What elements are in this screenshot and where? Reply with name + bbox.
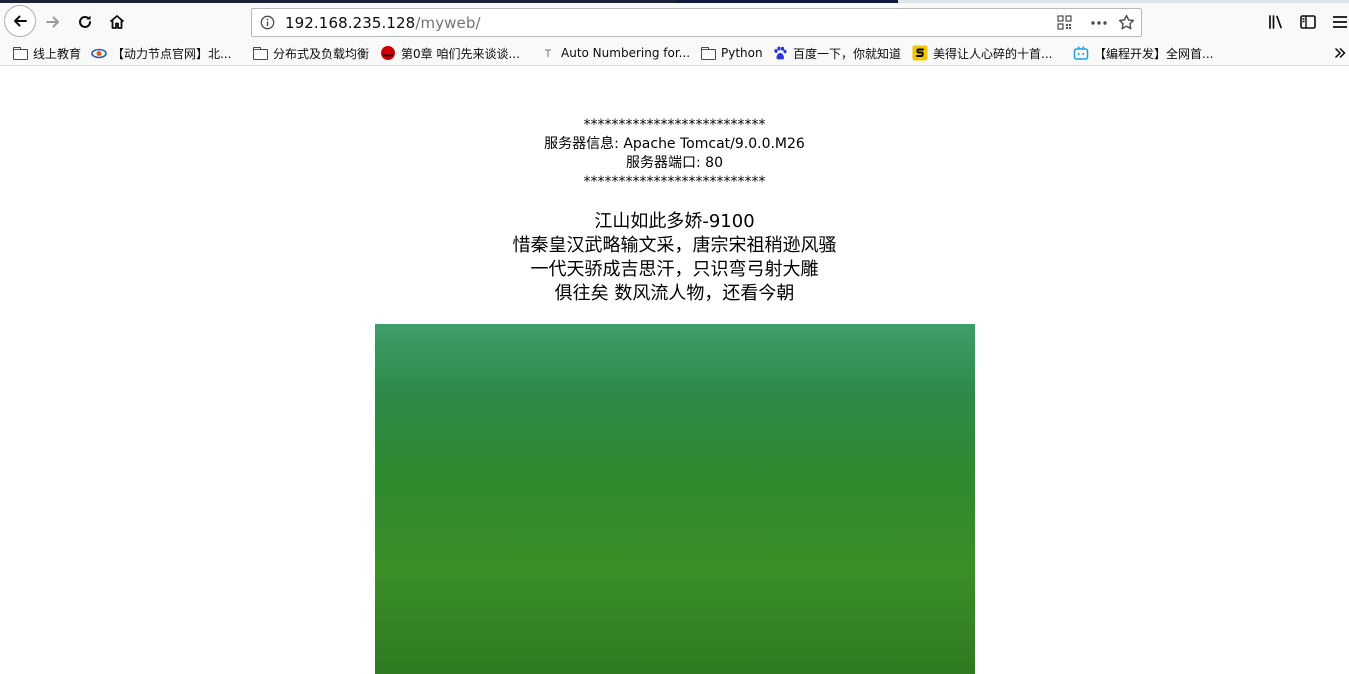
separator-line: ************************** (583, 117, 766, 133)
sidebar-button[interactable] (1293, 7, 1323, 37)
separator-line: ************************** (583, 174, 766, 190)
bookmark-star-icon[interactable] (1118, 14, 1135, 35)
forward-arrow-icon (46, 16, 59, 28)
redhat-favicon-icon (380, 45, 396, 61)
bookmark-item[interactable]: 美得让人心碎的十首... (912, 43, 1052, 63)
page-actions-more-icon[interactable] (1090, 15, 1108, 34)
bookmark-item[interactable]: 【编程开发】全网首... (1073, 43, 1213, 63)
hamburger-menu-icon (1333, 16, 1347, 28)
bilibili-tv-icon (1073, 45, 1089, 61)
bookmarks-toolbar: 线上教育 【动力节点官网】北... 分布式及负载均衡 第0章 咱们先来谈谈... (0, 41, 1349, 66)
poem-line: 俱往矣 数风流人物，还看今朝 (554, 283, 795, 304)
bookmark-label: 【动力节点官网】北... (112, 46, 232, 61)
site-favicon-icon (91, 45, 107, 61)
baidu-paw-icon (772, 45, 788, 61)
bookmark-label: 【编程开发】全网首... (1094, 46, 1214, 61)
url-path: /myweb/ (415, 14, 481, 32)
reload-icon (79, 15, 91, 28)
info-icon[interactable] (260, 15, 275, 34)
bookmark-label: 线上教育 (33, 46, 82, 61)
bookmarks-overflow-button[interactable] (1334, 43, 1346, 63)
bookmark-item[interactable]: 百度一下，你就知道 (772, 43, 901, 63)
library-icon (1269, 15, 1282, 29)
page-content: ************************** 服务器信息: Apache… (0, 66, 1349, 674)
bookmark-item[interactable]: Auto Numbering for... (540, 43, 690, 63)
sogou-favicon-icon (912, 45, 928, 61)
reload-button[interactable] (70, 7, 100, 37)
poem-line: 一代天骄成吉思汗，只识弯弓射大雕 (530, 259, 819, 280)
bookmark-label: 美得让人心碎的十首... (933, 46, 1053, 61)
folder-icon (252, 45, 268, 61)
bookmark-label: 百度一下，你就知道 (793, 46, 902, 61)
bookmark-label: Auto Numbering for... (561, 46, 691, 60)
bookmark-item[interactable]: 【动力节点官网】北... (91, 43, 231, 63)
poem-title: 江山如此多娇-9100 (594, 211, 755, 232)
address-bar[interactable]: 192.168.235.128/myweb/ (251, 8, 1142, 37)
bookmark-item[interactable]: 分布式及负载均衡 (252, 43, 369, 63)
bookmark-item[interactable]: 第0章 咱们先来谈谈... (380, 43, 520, 63)
url-host: 192.168.235.128 (285, 14, 416, 32)
menu-button[interactable] (1328, 7, 1349, 37)
folder-icon (700, 45, 716, 61)
home-button[interactable] (102, 7, 132, 37)
sidebar-icon (1300, 15, 1316, 29)
navigation-toolbar: 192.168.235.128/myweb/ (0, 3, 1349, 41)
poem-block: 江山如此多娇-9100 惜秦皇汉武略输文采，唐宗宋祖稍逊风骚 一代天骄成吉思汗，… (0, 210, 1349, 306)
bookmark-label: 第0章 咱们先来谈谈... (401, 46, 520, 61)
chevron-right-double-icon (1334, 47, 1346, 59)
library-button[interactable] (1261, 7, 1291, 37)
back-button[interactable] (4, 5, 36, 37)
bookmark-label: Python (721, 46, 763, 60)
server-info-block: ************************** 服务器信息: Apache… (0, 116, 1349, 192)
great-wall-image (375, 324, 975, 674)
forward-button[interactable] (38, 7, 68, 37)
bookmark-item[interactable]: Python (700, 43, 763, 63)
server-info-text: 服务器信息: Apache Tomcat/9.0.0.M26 (544, 136, 805, 152)
bookmark-label: 分布式及负载均衡 (273, 46, 370, 61)
text-favicon-icon (540, 45, 556, 61)
qr-code-icon[interactable] (1057, 15, 1072, 34)
server-port-text: 服务器端口: 80 (626, 155, 723, 171)
url-text[interactable]: 192.168.235.128/myweb/ (285, 14, 481, 32)
bookmark-item[interactable]: 线上教育 (12, 43, 81, 63)
home-icon (109, 15, 125, 29)
poem-line: 惜秦皇汉武略输文采，唐宗宋祖稍逊风骚 (512, 235, 837, 256)
folder-icon (12, 45, 28, 61)
back-arrow-icon (14, 15, 27, 27)
